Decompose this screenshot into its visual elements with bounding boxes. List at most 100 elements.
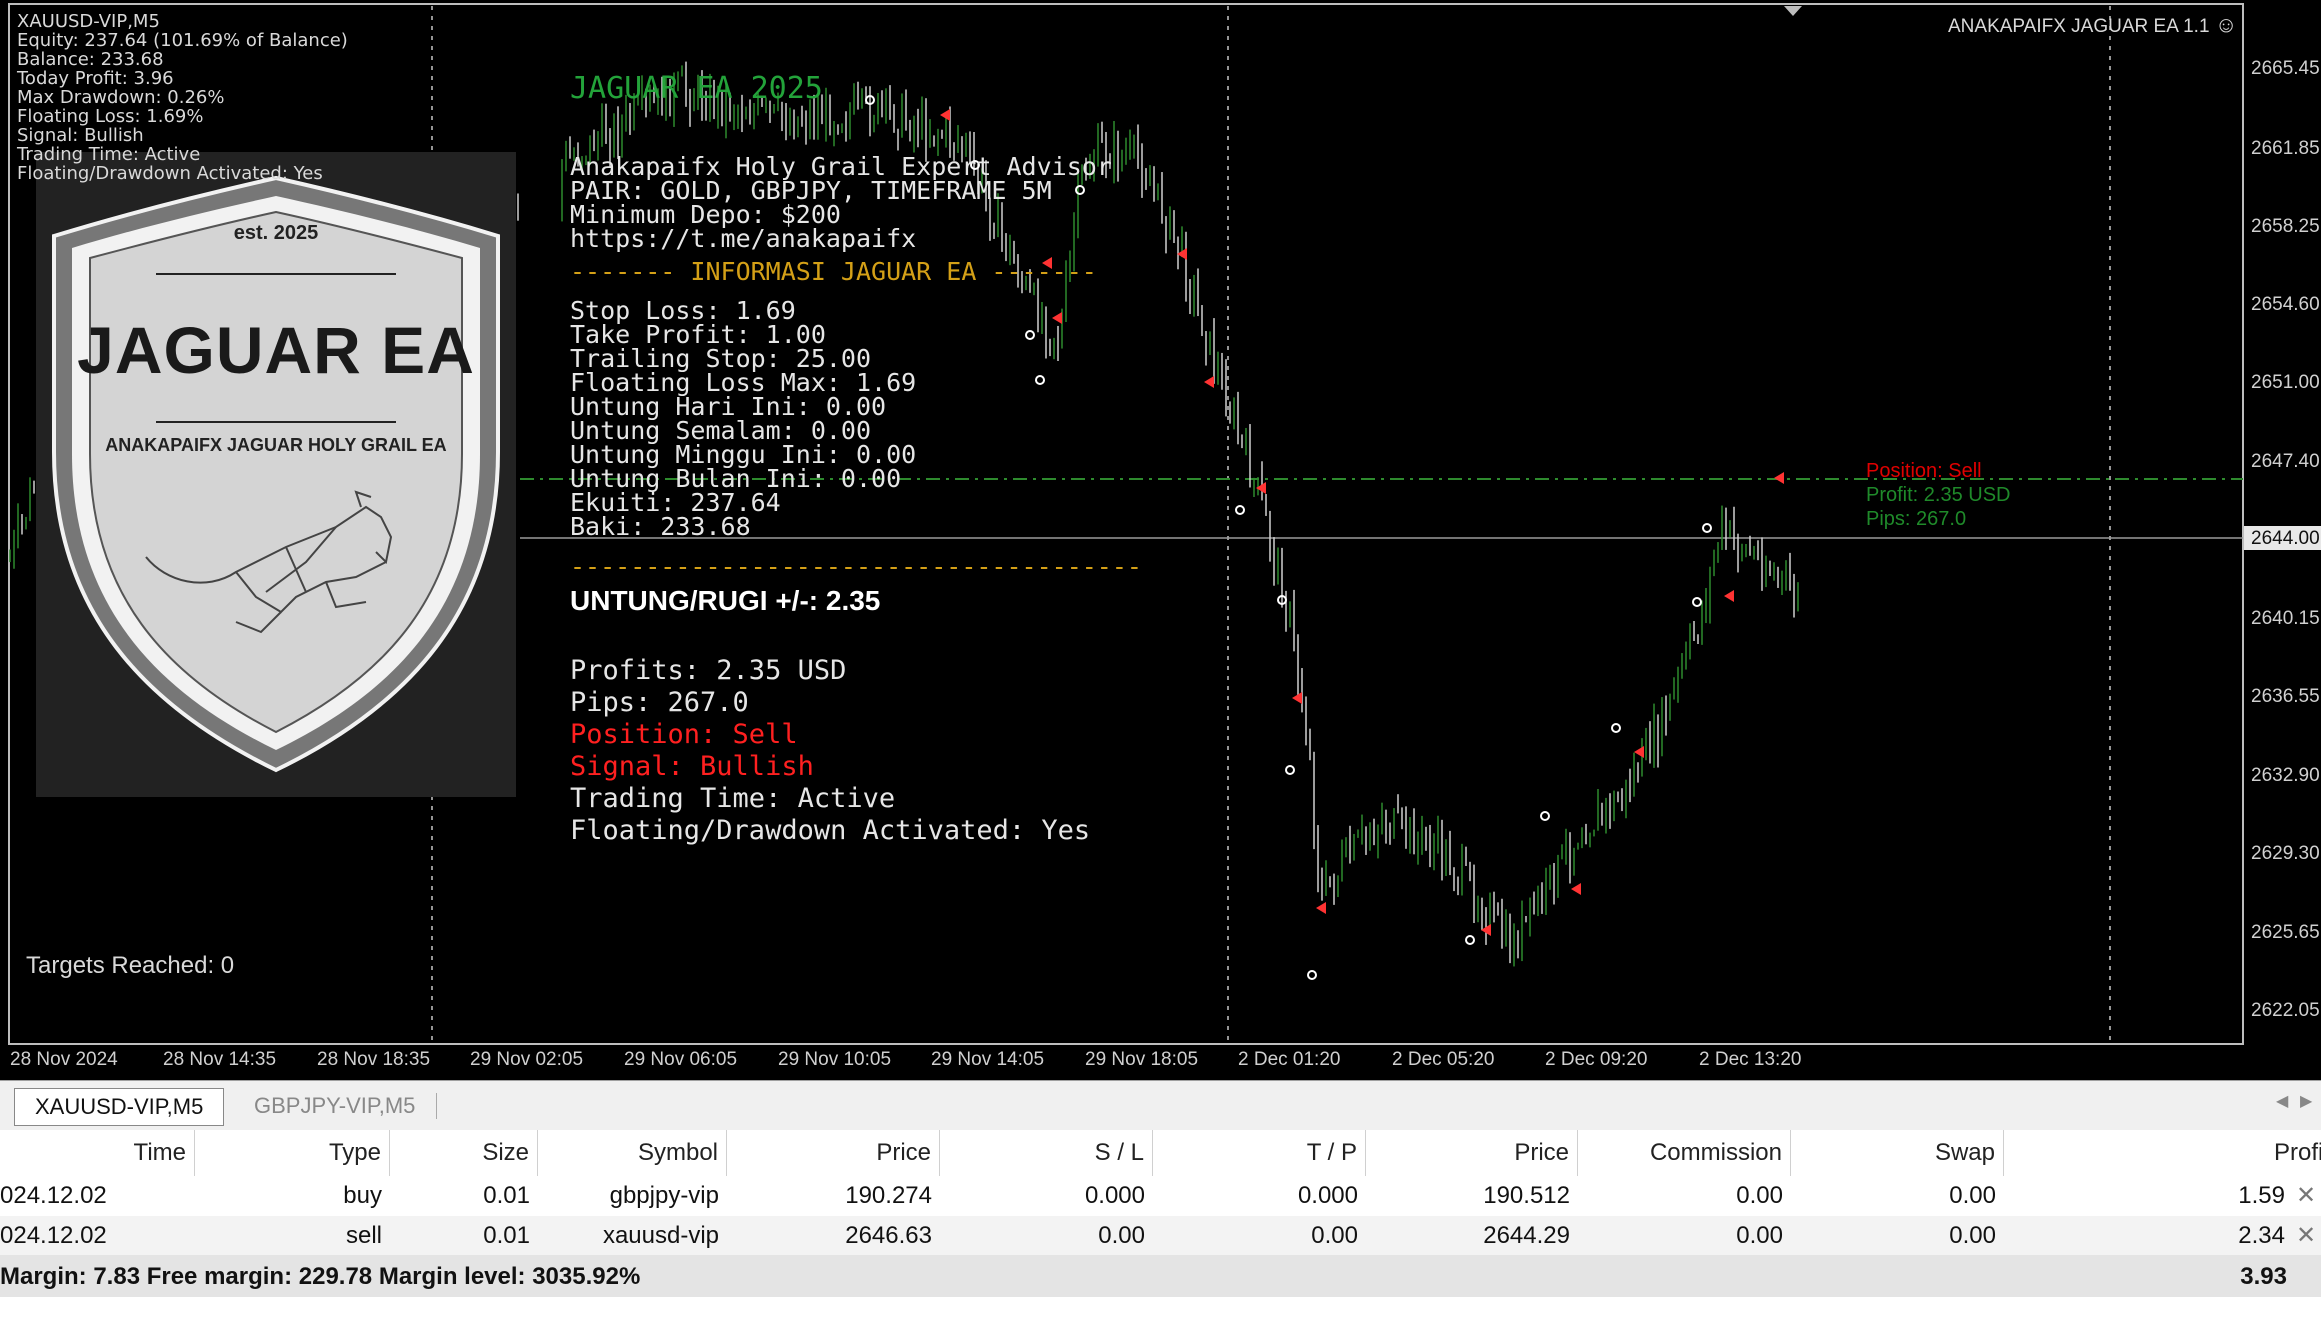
column-header[interactable]: Commission xyxy=(1578,1130,1791,1176)
buy-marker xyxy=(1465,935,1475,945)
floating-drawdown-line: Floating/Drawdown Activated: Yes xyxy=(17,163,323,184)
table-cell: 0.00 xyxy=(1098,1222,1145,1249)
price-tick-label: 2651.00 xyxy=(2251,372,2320,393)
tabs-scroll-left-icon[interactable]: ◀ xyxy=(2276,1091,2288,1110)
column-header[interactable]: Time xyxy=(0,1130,195,1176)
table-cell: sell xyxy=(345,1222,382,1249)
equity-line: Equity: 237.64 (101.69% of Balance) xyxy=(17,30,348,51)
column-header[interactable]: T / P xyxy=(1153,1130,1366,1176)
tab-gbpjpy[interactable]: GBPJPY-VIP,M5 xyxy=(234,1088,435,1124)
price-tick-label: 2647.40 xyxy=(2251,451,2320,472)
tab-divider xyxy=(436,1093,437,1119)
price-tick-label: 2640.15 xyxy=(2251,608,2320,629)
sell-marker xyxy=(1292,692,1302,704)
table-cell: 0.00 xyxy=(1311,1222,1358,1249)
table-cell: buy xyxy=(343,1182,382,1209)
time-tick-label: 2 Dec 01:20 xyxy=(1238,1049,1341,1070)
buy-marker xyxy=(1702,523,1712,533)
position-label-type: Position: Sell xyxy=(1866,460,1982,482)
column-header[interactable]: S / L xyxy=(940,1130,1153,1176)
close-position-icon[interactable]: ✕ xyxy=(2296,1176,2321,1216)
buy-marker xyxy=(1235,505,1245,515)
symbol-timeframe: XAUUSD-VIP,M5 xyxy=(17,11,160,32)
sell-marker xyxy=(1634,746,1644,758)
table-cell: 0.00 xyxy=(1736,1222,1783,1249)
price-tick-label: 2625.65 xyxy=(2251,922,2320,943)
jaguar-logo: est. 2025 JAGUAR EA ANAKAPAIFX JAGUAR HO… xyxy=(36,152,516,797)
pips: Pips: 267.0 xyxy=(570,687,749,718)
table-cell: 0.000 xyxy=(1084,1182,1145,1209)
shift-marker-icon[interactable] xyxy=(1784,6,1802,16)
table-cell: gbpjpy-vip xyxy=(609,1182,719,1209)
column-header[interactable]: Price xyxy=(727,1130,940,1176)
buy-marker xyxy=(1307,970,1317,980)
tabs-scroll-right-icon[interactable]: ▶ xyxy=(2300,1091,2312,1110)
tab-xauusd[interactable]: XAUUSD-VIP,M5 xyxy=(14,1088,225,1126)
column-header[interactable]: Price xyxy=(1366,1130,1578,1176)
targets-reached: Targets Reached: 0 xyxy=(26,952,235,979)
ea-name-label[interactable]: ANAKAPAIFX JAGUAR EA 1.1 ☺ xyxy=(1948,12,2237,38)
close-position-icon[interactable]: ✕ xyxy=(2296,1216,2321,1256)
table-cell: 190.274 xyxy=(845,1182,932,1209)
margin-summary: Margin: 7.83 Free margin: 229.78 Margin … xyxy=(0,1263,641,1290)
info-separator: -------------------------------------- xyxy=(570,552,1142,581)
column-header[interactable]: Symbol xyxy=(538,1130,727,1176)
logo-subtitle: ANAKAPAIFX JAGUAR HOLY GRAIL EA xyxy=(105,435,447,455)
table-cell: 0.00 xyxy=(1949,1222,1996,1249)
position: Position: Sell xyxy=(570,719,798,750)
table-cell: 2644.29 xyxy=(1483,1222,1570,1249)
table-cell: 024.12.02 15:25:08 xyxy=(0,1222,107,1289)
buy-marker xyxy=(1692,597,1702,607)
table-cell: 190.512 xyxy=(1483,1182,1570,1209)
time-tick-label: 28 Nov 14:35 xyxy=(163,1049,277,1070)
signal-line: Signal: Bullish xyxy=(17,125,144,146)
buy-marker xyxy=(1285,765,1295,775)
sell-marker xyxy=(1571,883,1581,895)
column-header[interactable]: Swap xyxy=(1791,1130,2004,1176)
column-header[interactable]: Type xyxy=(195,1130,390,1176)
price-tick-label: 2622.05 xyxy=(2251,1000,2320,1021)
table-cell: xauusd-vip xyxy=(602,1222,719,1249)
time-tick-label: 2 Dec 13:20 xyxy=(1699,1049,1802,1070)
sell-marker xyxy=(940,109,950,121)
table-row[interactable]: 024.12.02 15:25:08 sell 0.01 xauusd-vip 2646… xyxy=(0,1216,2321,1289)
table-cell: 0.00 xyxy=(1949,1182,1996,1209)
floating-drawdown: Floating/Drawdown Activated: Yes xyxy=(570,815,1091,846)
smiley-icon[interactable]: ☺ xyxy=(2215,12,2237,37)
position-label-profit: Profit: 2.35 USD xyxy=(1866,484,2011,506)
trading-time-line: Trading Time: Active xyxy=(17,144,201,165)
time-tick-label: 29 Nov 14:05 xyxy=(931,1049,1045,1070)
time-tick-label: 2 Dec 09:20 xyxy=(1545,1049,1648,1070)
table-cell: 0.01 xyxy=(483,1222,530,1249)
baki: Baki: 233.68 xyxy=(570,512,751,541)
ea-name: ANAKAPAIFX JAGUAR EA 1.1 xyxy=(1948,16,2210,37)
info-title: JAGUAR EA 2025 xyxy=(570,71,823,106)
info-line4: https://t.me/anakapaifx xyxy=(570,224,917,253)
shield-icon xyxy=(52,175,500,773)
price-tick-label: 2636.55 xyxy=(2251,686,2320,707)
chart-area[interactable]: 2644.00 2665.45 2661.85 2658.25 2654.60 2651… xyxy=(0,0,2321,1080)
buy-marker xyxy=(1611,723,1621,733)
table-cell: 2646.63 xyxy=(845,1222,932,1249)
current-price-label: 2644.00 xyxy=(2251,528,2320,549)
column-header[interactable]: Size xyxy=(390,1130,538,1176)
total-profit: 3.93 xyxy=(2240,1263,2287,1290)
position-label-pips: Pips: 267.0 xyxy=(1866,508,1967,530)
signal: Signal: Bullish xyxy=(570,751,814,782)
column-header[interactable]: Profit xyxy=(2004,1130,2321,1176)
price-tick-label: 2661.85 xyxy=(2251,138,2320,159)
buy-marker xyxy=(1540,811,1550,821)
table-cell: 0.00 xyxy=(1736,1182,1783,1209)
profits: Profits: 2.35 USD xyxy=(570,655,847,686)
price-tick-label: 2654.60 xyxy=(2251,294,2320,315)
time-tick-label: 29 Nov 06:05 xyxy=(624,1049,738,1070)
info-section-header: ------- INFORMASI JAGUAR EA ------- xyxy=(570,257,1097,286)
time-tick-label: 28 Nov 2024 xyxy=(10,1049,118,1070)
table-cell: 2.34 xyxy=(2238,1222,2285,1249)
trading-time: Trading Time: Active xyxy=(570,783,896,814)
price-tick-label: 2629.30 xyxy=(2251,843,2320,864)
sell-marker xyxy=(1316,902,1326,914)
table-row[interactable]: 024.12.02 15:01:46 buy 0.01 gbpjpy-vip 190.2… xyxy=(0,1176,2321,1249)
time-tick-label: 29 Nov 18:05 xyxy=(1085,1049,1199,1070)
max-drawdown-line: Max Drawdown: 0.26% xyxy=(17,87,225,108)
